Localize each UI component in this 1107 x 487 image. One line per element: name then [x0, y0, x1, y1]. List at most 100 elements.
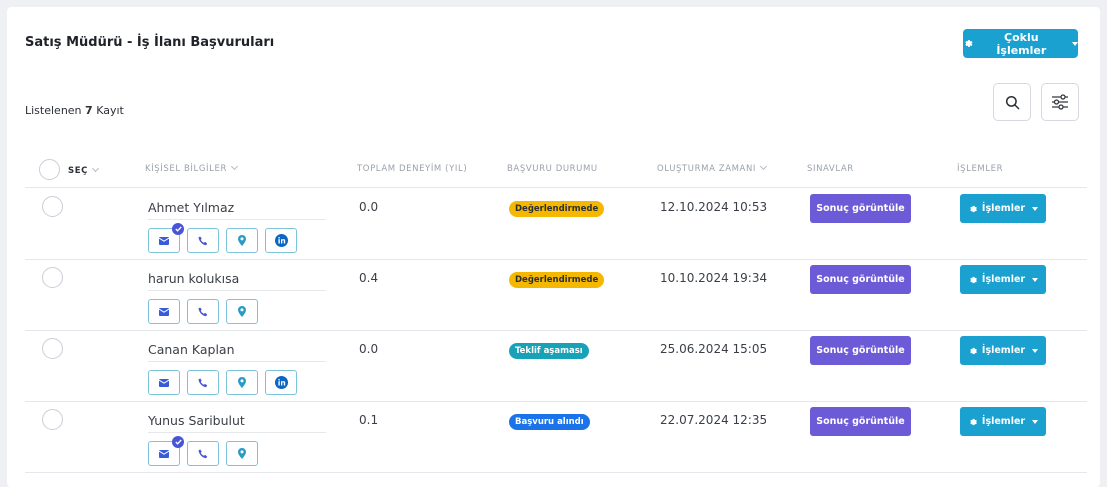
applications-card: Satış Müdürü - İş İlanı Başvuruları Çokl… [7, 7, 1100, 487]
phone-button[interactable] [187, 228, 219, 253]
table-row: Ahmet Yılmaz 0.0 Değerlendirmede 12.10.2… [7, 188, 1100, 259]
gear-icon [970, 418, 977, 425]
chevron-down-icon [760, 162, 768, 171]
view-results-button[interactable]: Sonuç görüntüle [810, 336, 911, 365]
select-all-radio[interactable] [39, 159, 60, 180]
applicant-name[interactable]: harun kolukısa [148, 271, 239, 286]
status-badge: Değerlendirmede [509, 272, 605, 288]
linkedin-button[interactable] [265, 228, 297, 253]
email-button[interactable] [148, 299, 180, 324]
divider [148, 361, 326, 362]
created-date: 22.07.2024 12:35 [660, 413, 768, 427]
chevron-down-icon [91, 164, 100, 173]
table-row: harun kolukısa 0.4 Değerlendirmede 10.10… [7, 259, 1100, 330]
caret-down-icon [1032, 419, 1039, 424]
phone-icon [198, 236, 208, 245]
header-created[interactable]: OLUŞTURMA ZAMANI [657, 162, 768, 174]
envelope-icon [159, 307, 169, 316]
location-button[interactable] [226, 441, 258, 466]
caret-down-icon [1032, 348, 1039, 353]
header-exams: SINAVLAR [807, 164, 854, 174]
verified-check-icon [172, 436, 184, 448]
header-experience: TOPLAM DENEYİM (YIL) [357, 164, 468, 174]
status-badge: Teklif aşaması [509, 343, 589, 359]
search-button[interactable] [993, 83, 1031, 121]
experience-value: 0.0 [359, 342, 379, 356]
divider [25, 472, 1087, 473]
bulk-actions-button[interactable]: Çoklu İşlemler [963, 29, 1078, 58]
linkedin-icon [274, 376, 288, 389]
row-actions-button[interactable]: İşlemler [960, 336, 1046, 365]
location-pin-icon [238, 448, 246, 459]
row-select-radio[interactable] [42, 409, 63, 430]
view-results-button[interactable]: Sonuç görüntüle [810, 265, 911, 294]
row-actions-label: İşlemler [981, 203, 1026, 214]
phone-button[interactable] [187, 441, 219, 466]
phone-button[interactable] [187, 370, 219, 395]
applicant-name[interactable]: Yunus Saribulut [148, 413, 245, 428]
header-actions: İŞLEMLER [957, 164, 1004, 174]
filter-sliders-icon [1052, 94, 1068, 110]
location-button[interactable] [226, 228, 258, 253]
header-personal[interactable]: KİŞİSEL BİLGİLER [145, 162, 239, 174]
table-row: Yunus Saribulut 0.1 Başvuru alındı 22.07… [7, 401, 1100, 472]
divider [148, 219, 326, 220]
divider [148, 290, 326, 291]
applicant-name[interactable]: Ahmet Yılmaz [148, 200, 234, 215]
envelope-icon [159, 236, 169, 245]
linkedin-icon [274, 234, 288, 247]
row-actions-button[interactable]: İşlemler [960, 407, 1046, 436]
status-badge: Değerlendirmede [509, 201, 605, 217]
row-actions-button[interactable]: İşlemler [960, 265, 1046, 294]
bulk-actions-label: Çoklu İşlemler [996, 30, 1047, 57]
experience-value: 0.0 [359, 200, 379, 214]
row-select-radio[interactable] [42, 338, 63, 359]
email-button[interactable] [148, 436, 184, 466]
header-status: BAŞVURU DURUMU [507, 164, 598, 174]
phone-button[interactable] [187, 299, 219, 324]
linkedin-button[interactable] [265, 370, 297, 395]
phone-icon [198, 378, 208, 387]
row-actions-label: İşlemler [981, 345, 1026, 356]
phone-icon [198, 449, 208, 458]
applicant-name[interactable]: Canan Kaplan [148, 342, 235, 357]
phone-icon [198, 307, 208, 316]
search-icon [1005, 95, 1019, 109]
caret-down-icon [1032, 206, 1039, 211]
location-pin-icon [238, 235, 246, 246]
row-actions-button[interactable]: İşlemler [960, 194, 1046, 223]
view-results-button[interactable]: Sonuç görüntüle [810, 194, 911, 223]
gear-icon [965, 40, 973, 47]
experience-value: 0.4 [359, 271, 379, 285]
location-pin-icon [238, 377, 246, 388]
created-date: 25.06.2024 15:05 [660, 342, 768, 356]
caret-down-icon [1032, 277, 1039, 282]
location-button[interactable] [226, 370, 258, 395]
gear-icon [970, 205, 977, 212]
experience-value: 0.1 [359, 413, 379, 427]
header-select[interactable]: SEÇ [68, 164, 100, 176]
row-select-radio[interactable] [42, 267, 63, 288]
record-count: Listelenen 7 Kayıt [25, 104, 124, 117]
row-actions-label: İşlemler [981, 416, 1026, 427]
row-select-radio[interactable] [42, 196, 63, 217]
caret-down-icon [1072, 41, 1078, 46]
created-date: 12.10.2024 10:53 [660, 200, 768, 214]
location-button[interactable] [226, 299, 258, 324]
page-title: Satış Müdürü - İş İlanı Başvuruları [25, 35, 275, 50]
envelope-icon [159, 378, 169, 387]
location-pin-icon [238, 306, 246, 317]
status-badge: Başvuru alındı [509, 414, 590, 430]
verified-check-icon [172, 223, 184, 235]
email-button[interactable] [148, 223, 184, 253]
table-row: Canan Kaplan 0.0 Teklif aşaması 25.06.20… [7, 330, 1100, 401]
created-date: 10.10.2024 19:34 [660, 271, 768, 285]
email-button[interactable] [148, 370, 180, 395]
gear-icon [970, 347, 977, 354]
chevron-down-icon [230, 162, 239, 171]
row-actions-label: İşlemler [981, 274, 1026, 285]
divider [148, 432, 326, 433]
view-results-button[interactable]: Sonuç görüntüle [810, 407, 911, 436]
gear-icon [970, 276, 977, 283]
filter-button[interactable] [1041, 83, 1079, 121]
